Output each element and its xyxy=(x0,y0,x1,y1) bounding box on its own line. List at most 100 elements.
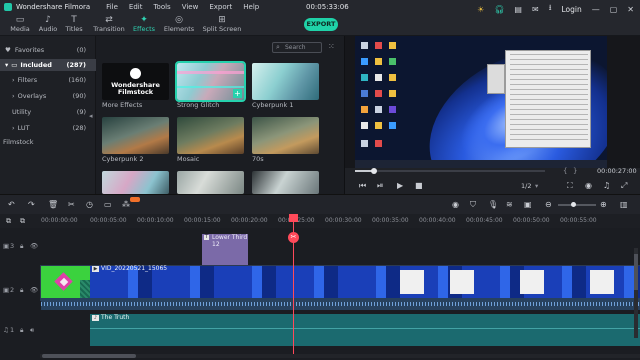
add-effect-icon[interactable]: + xyxy=(233,89,242,98)
playhead-handle[interactable] xyxy=(289,214,298,222)
desktop-icon[interactable] xyxy=(389,106,396,113)
stop-icon[interactable]: ■ xyxy=(415,181,423,190)
step-back-icon[interactable]: ⏮ xyxy=(359,181,366,191)
sidebar-item-overlays[interactable]: › Overlays (90) xyxy=(0,90,96,102)
sidebar-item-lut[interactable]: › LUT (28) xyxy=(0,122,96,134)
desktop-icon[interactable] xyxy=(375,106,382,113)
tab-elements[interactable]: ◎ Elements xyxy=(161,15,197,35)
cart-icon[interactable]: ▤ xyxy=(514,5,522,14)
preview-frame[interactable] xyxy=(355,36,607,168)
desktop-icon[interactable] xyxy=(361,106,368,113)
headset-icon[interactable]: 🎧︎ xyxy=(494,5,504,14)
chevron-down-icon[interactable]: ▾ xyxy=(535,182,538,190)
close-icon[interactable]: ✕ xyxy=(627,5,634,14)
menu-edit[interactable]: Edit xyxy=(129,3,143,11)
expand-icon[interactable]: ⤢ xyxy=(621,181,627,191)
desktop-icon[interactable] xyxy=(375,74,382,81)
sun-icon[interactable]: ☀ xyxy=(477,5,484,14)
render-icon[interactable]: ◉ xyxy=(452,200,459,209)
desktop-icon[interactable] xyxy=(389,122,396,129)
tab-split-screen[interactable]: ⊞ Split Screen xyxy=(199,15,245,35)
lock-icon[interactable]: 🔒︎ xyxy=(20,286,23,295)
effect-thumb-strong-glitch[interactable]: + xyxy=(175,61,246,102)
effect-thumb[interactable] xyxy=(102,171,169,194)
desktop-icon[interactable] xyxy=(375,140,382,147)
audio-clip[interactable]: ♪ The Truth xyxy=(90,314,640,346)
vertical-scrollbar-thumb[interactable] xyxy=(634,254,638,290)
preview-scrubber[interactable] xyxy=(355,170,545,172)
redo-icon[interactable]: ↷ xyxy=(28,200,35,209)
menu-export[interactable]: Export xyxy=(209,3,232,11)
minimize-icon[interactable]: — xyxy=(592,5,600,14)
desktop-icon[interactable] xyxy=(375,90,382,97)
volume-icon[interactable]: ♫ xyxy=(603,181,610,190)
fullscreen-icon[interactable]: ⛶ xyxy=(567,181,573,191)
zoom-slider[interactable] xyxy=(558,204,596,206)
mark-in-icon[interactable]: { xyxy=(563,167,567,175)
desktop-icon[interactable] xyxy=(389,58,396,65)
tab-transition[interactable]: ⇄ Transition xyxy=(90,15,128,35)
sidebar-item-favorites[interactable]: ♥ Favorites (0) xyxy=(0,44,96,56)
maximize-icon[interactable]: ▢ xyxy=(610,5,618,14)
sidebar-item-filmstock[interactable]: Filmstock xyxy=(0,136,96,148)
zoom-slider-handle[interactable] xyxy=(571,202,576,207)
snapshot-icon[interactable]: ◉ xyxy=(585,181,592,190)
sidebar-item-filters[interactable]: › Filters (160) xyxy=(0,74,96,86)
collapse-sidebar-icon[interactable]: ◂ xyxy=(89,112,93,120)
mail-icon[interactable]: ✉ xyxy=(532,5,539,14)
speed-icon[interactable]: ◷ xyxy=(86,200,93,209)
sidebar-item-included[interactable]: ▾ ▭ Included (287) xyxy=(0,59,96,71)
timeline-settings-icon[interactable]: ▥ xyxy=(620,200,628,209)
crop-icon[interactable]: ▭ xyxy=(104,200,112,209)
mark-out-icon[interactable]: } xyxy=(573,167,577,175)
desktop-icon[interactable] xyxy=(361,58,368,65)
zoom-in-icon[interactable]: ⊕ xyxy=(600,200,607,209)
scissors-icon[interactable]: ✂ xyxy=(288,232,299,243)
audio-volume-line[interactable] xyxy=(90,328,640,329)
video-clip[interactable]: ▶ VID_20220521_15065 xyxy=(90,265,640,298)
effect-thumb-more-effects[interactable]: Wondershare Filmstock xyxy=(102,63,169,100)
speaker-icon[interactable]: 🔊︎ xyxy=(30,326,34,335)
effect-thumb[interactable] xyxy=(177,171,244,194)
undo-icon[interactable]: ↶ xyxy=(8,200,15,209)
link-icon[interactable]: ⧉ xyxy=(20,217,25,226)
menu-file[interactable]: File xyxy=(106,3,118,11)
desktop-icon[interactable] xyxy=(361,122,368,129)
timeline-ruler[interactable]: ⧉ ⧉ 00:00:00:00 00:00:05:00 00:00:10:00 … xyxy=(0,214,640,228)
grid-view-icon[interactable]: ⁙ xyxy=(328,42,335,51)
zoom-out-icon[interactable]: ⊖ xyxy=(545,200,552,209)
eye-icon[interactable]: 👁︎ xyxy=(30,286,38,294)
sidebar-item-utility[interactable]: Utility (9) xyxy=(0,106,96,118)
tab-titles[interactable]: T Titles xyxy=(56,15,92,35)
play-reverse-icon[interactable]: ⏯ xyxy=(377,181,383,191)
desktop-icon[interactable] xyxy=(389,74,396,81)
desktop-icon[interactable] xyxy=(375,122,382,129)
desktop-icon[interactable] xyxy=(361,74,368,81)
menu-view[interactable]: View xyxy=(182,3,199,11)
cut-icon[interactable]: ✂ xyxy=(68,200,75,209)
lock-icon[interactable]: 🔒︎ xyxy=(20,242,23,251)
desktop-icon[interactable] xyxy=(389,42,396,49)
effect-thumb-mosaic[interactable] xyxy=(177,117,244,154)
timeline-scrollbar-thumb[interactable] xyxy=(42,354,136,358)
eye-icon[interactable]: 👁︎ xyxy=(30,242,38,250)
desktop-icon[interactable] xyxy=(361,90,368,97)
login-button[interactable]: Login xyxy=(562,5,582,14)
add-track-icon[interactable]: ⧉ xyxy=(6,217,11,226)
desktop-icon[interactable] xyxy=(361,140,368,147)
voiceover-icon[interactable]: 🎙︎ xyxy=(488,200,498,209)
menu-help[interactable]: Help xyxy=(243,3,259,11)
desktop-icon[interactable] xyxy=(389,90,396,97)
play-icon[interactable]: ▶ xyxy=(397,181,403,190)
effect-thumb[interactable] xyxy=(252,171,319,194)
playhead[interactable]: ✂ xyxy=(288,214,299,354)
delete-icon[interactable]: 🗑︎ xyxy=(48,200,58,209)
marker-icon[interactable]: ⛉ xyxy=(470,200,476,210)
context-menu[interactable] xyxy=(505,50,591,148)
effects-search-input[interactable]: ⌕ Search xyxy=(272,42,322,53)
mixer-icon[interactable]: ≋ xyxy=(506,200,513,209)
effect-thumb-70s[interactable] xyxy=(252,117,319,154)
zoom-select[interactable]: 1/2 xyxy=(521,182,531,190)
desktop-icon[interactable] xyxy=(375,42,382,49)
tab-effects[interactable]: ✦ Effects xyxy=(126,15,162,35)
